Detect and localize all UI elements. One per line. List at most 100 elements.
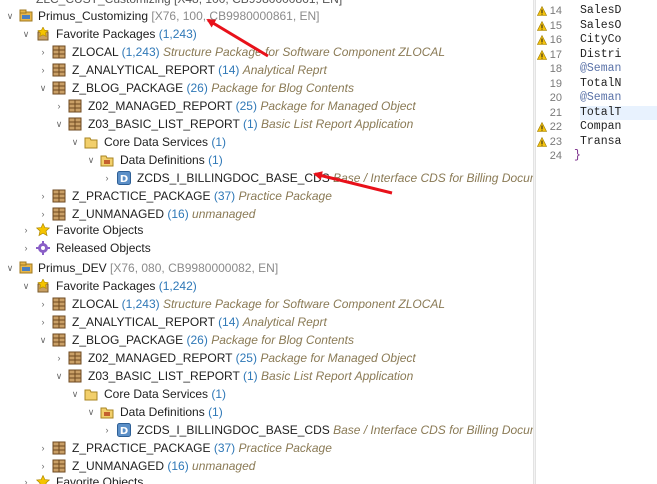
node-description: unmanaged xyxy=(192,459,256,473)
code-line[interactable]: TotalT xyxy=(580,105,657,120)
chevron-right-icon[interactable]: › xyxy=(37,457,49,475)
chevron-right-icon[interactable]: › xyxy=(20,473,32,484)
package-icon xyxy=(52,81,66,95)
code-line[interactable]: Distri xyxy=(580,48,657,63)
node-count: (1) xyxy=(208,153,223,167)
star-icon xyxy=(36,223,50,237)
node-count: (16) xyxy=(167,459,189,473)
code-line[interactable]: CityCo xyxy=(580,33,657,48)
released-objects-label: Released Objects xyxy=(56,241,151,255)
node-description: Package for Managed Object xyxy=(260,99,416,113)
favorite-packages-icon xyxy=(37,279,49,293)
package-icon xyxy=(52,441,66,455)
line-number: 24 xyxy=(549,150,562,162)
node-label: Z02_MANAGED_REPORT xyxy=(88,99,233,113)
chevron-down-icon[interactable]: ∨ xyxy=(37,79,49,97)
chevron-down-icon[interactable]: ∨ xyxy=(4,7,16,25)
folder-icon xyxy=(84,389,98,401)
node-count: (37) xyxy=(213,441,236,455)
node-label: Data Definitions xyxy=(120,153,205,167)
package-icon xyxy=(68,351,82,365)
node-description: Analytical Reprt xyxy=(242,315,327,329)
node-label: ZLOCAL xyxy=(72,45,119,59)
package-icon xyxy=(68,99,82,113)
package-icon xyxy=(52,189,66,203)
code-line[interactable]: } xyxy=(574,149,657,164)
node-label: Z02_MANAGED_REPORT xyxy=(88,351,233,365)
line-number: 17 xyxy=(536,48,562,63)
code-line[interactable]: SalesD xyxy=(580,4,657,19)
package-icon xyxy=(68,369,82,383)
code-line[interactable]: SalesO xyxy=(580,19,657,34)
chevron-right-icon[interactable]: › xyxy=(53,97,65,115)
code-line[interactable]: @Seman xyxy=(580,91,657,106)
code-line[interactable]: Compan xyxy=(580,120,657,135)
code-line[interactable]: @Seman xyxy=(580,62,657,77)
chevron-right-icon[interactable]: › xyxy=(37,313,49,331)
favorite-objects-label: Favorite Objects xyxy=(56,223,144,237)
chevron-down-icon[interactable]: ∨ xyxy=(85,403,97,421)
node-label: ZCDS_I_BILLINGDOC_BASE_CDS xyxy=(137,423,330,437)
chevron-down-icon[interactable]: ∨ xyxy=(37,331,49,349)
node-label: Core Data Services xyxy=(104,135,209,149)
project-system-info: [X76, 080, CB9980000082, EN] xyxy=(110,261,279,275)
project-system-info: [X76, 100, CB9980000861, EN] xyxy=(151,9,320,23)
node-description: Analytical Reprt xyxy=(242,63,327,77)
chevron-down-icon[interactable]: ∨ xyxy=(4,259,16,277)
chevron-right-icon[interactable]: › xyxy=(37,187,49,205)
folder-icon xyxy=(84,137,98,149)
chevron-right-icon[interactable]: › xyxy=(101,421,113,439)
chevron-down-icon[interactable]: ∨ xyxy=(69,385,81,403)
line-number: 19 xyxy=(549,77,562,90)
cds-ddl-icon: D xyxy=(117,423,131,437)
node-label: Z_BLOG_PACKAGE xyxy=(72,333,184,347)
node-count: (1) xyxy=(211,135,227,149)
data-definitions-folder-icon xyxy=(100,407,114,419)
chevron-right-icon[interactable]: › xyxy=(101,169,113,187)
line-number: 14 xyxy=(536,4,562,19)
chevron-down-icon[interactable]: ∨ xyxy=(53,367,65,385)
node-label: Z_UNMANAGED xyxy=(72,207,165,221)
chevron-down-icon[interactable]: ∨ xyxy=(85,151,97,169)
chevron-right-icon[interactable]: › xyxy=(37,43,49,61)
node-count: (25) xyxy=(235,99,257,113)
package-icon xyxy=(68,117,82,131)
code-line[interactable]: Transa xyxy=(580,135,657,150)
package-icon xyxy=(52,459,66,473)
chevron-down-icon[interactable]: ∨ xyxy=(69,133,81,151)
node-count: (1) xyxy=(242,369,258,383)
node-description: unmanaged xyxy=(192,207,256,221)
package-icon xyxy=(52,207,66,221)
node-description: Basic List Report Application xyxy=(260,117,414,131)
node-label: Z_ANALYTICAL_REPORT xyxy=(72,315,215,329)
chevron-down-icon[interactable]: ∨ xyxy=(53,115,65,133)
node-count: (16) xyxy=(167,207,189,221)
chevron-right-icon[interactable]: › xyxy=(20,239,32,257)
chevron-right-icon[interactable]: › xyxy=(53,349,65,367)
node-count: (14) xyxy=(218,63,240,77)
node-description: Package for Blog Contents xyxy=(211,333,354,347)
chevron-right-icon[interactable]: › xyxy=(37,205,49,223)
node-label: Z_UNMANAGED xyxy=(72,459,165,473)
code-editor[interactable]: 14 15 16 17 18 19 20 21 22 23 24 SalesD SalesO CityC… xyxy=(536,0,657,484)
chevron-right-icon[interactable]: › xyxy=(20,221,32,239)
line-number: 18 xyxy=(549,63,562,75)
chevron-down-icon[interactable]: ∨ xyxy=(20,277,32,295)
favorite-objects-label: Favorite Objects xyxy=(56,475,144,484)
editor-gutter: 14 15 16 17 18 19 20 21 22 23 24 xyxy=(536,0,562,484)
node-description: Package for Managed Object xyxy=(260,351,416,365)
node-count: (26) xyxy=(186,333,208,347)
chevron-right-icon[interactable]: › xyxy=(37,61,49,79)
package-icon xyxy=(52,315,66,329)
abap-project-icon xyxy=(19,261,33,274)
chevron-right-icon[interactable]: › xyxy=(37,439,49,457)
node-label: Z03_BASIC_LIST_REPORT xyxy=(88,369,240,383)
favorites-label: Favorite Packages xyxy=(56,279,156,293)
package-icon xyxy=(52,63,66,77)
node-label: Z_PRACTICE_PACKAGE xyxy=(72,189,211,203)
node-count: (1) xyxy=(242,117,258,131)
chevron-down-icon[interactable]: ∨ xyxy=(20,25,32,43)
svg-text:D: D xyxy=(120,426,128,437)
code-line[interactable]: TotalN xyxy=(580,77,657,92)
chevron-right-icon[interactable]: › xyxy=(37,295,49,313)
